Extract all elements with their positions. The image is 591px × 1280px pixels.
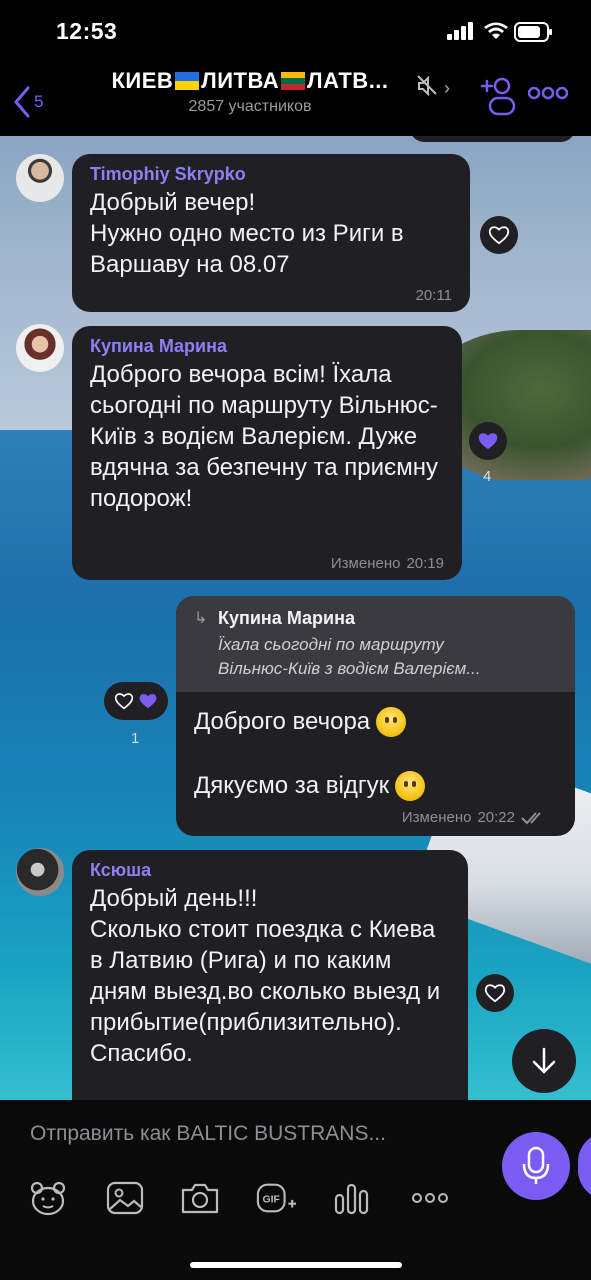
quoted-author: Купина Марина <box>218 608 355 628</box>
chat-title-part: КИЕВ <box>111 68 174 93</box>
avatar[interactable] <box>16 154 64 202</box>
message-text: Доброго вечора всім! Їхала сьогодні по м… <box>90 361 439 512</box>
smile-emoji-icon <box>376 707 407 737</box>
message-time: 20:19 <box>406 555 444 572</box>
edited-label: Изменено <box>401 809 472 826</box>
reactions-pill[interactable] <box>104 682 168 720</box>
back-chevron-icon <box>14 86 30 118</box>
quoted-text: Їхала сьогодні по маршруту Вільнюс-Київ … <box>218 635 481 678</box>
reply-line-text: Дякуємо за відгук <box>194 772 390 799</box>
message-time: 20:11 <box>415 287 452 304</box>
scroll-down-button[interactable] <box>512 1029 576 1093</box>
gallery-button[interactable] <box>105 1180 145 1216</box>
reaction-count: 4 <box>483 468 492 485</box>
more-icon[interactable] <box>528 86 568 100</box>
chat-title: КИЕВ ЛИТВА ЛАТВ... <box>111 68 388 94</box>
read-check-icon <box>521 811 541 824</box>
mute-icon <box>417 75 437 97</box>
reply-line-text: Доброго вечора <box>194 708 371 735</box>
signal-icon <box>447 22 473 40</box>
heart-icon <box>484 984 506 1003</box>
reply-arrow-icon: ↳ <box>194 610 208 627</box>
battery-icon <box>514 22 552 42</box>
camera-icon <box>181 1183 219 1214</box>
camera-button[interactable] <box>180 1180 220 1216</box>
chat-header: 5 КИЕВ ЛИТВА ЛАТВ... 2857 участников › <box>0 60 591 136</box>
quoted-message[interactable]: ↳ Купина Марина Їхала сьогодні по маршру… <box>176 596 575 692</box>
message-list[interactable]: Timophiy Skrypko Добрый вечер! Нужно одн… <box>0 136 591 1100</box>
reaction-count: 1 <box>131 730 140 747</box>
reply-line: Доброго вечора <box>194 704 557 740</box>
poll-button[interactable] <box>332 1180 372 1216</box>
message-author[interactable]: Ксюша <box>90 860 450 881</box>
scroll-down-icon <box>532 1047 556 1074</box>
message-meta: Изменено 20:19 <box>331 555 444 572</box>
edited-label: Изменено <box>330 555 401 572</box>
blush-emoji-icon <box>395 771 426 801</box>
heart-icon <box>139 694 157 709</box>
message-meta: Изменено 20:22 <box>402 809 547 826</box>
gallery-icon <box>106 1181 144 1215</box>
avatar[interactable] <box>16 848 64 896</box>
reply-body: Доброго вечора Дякуємо за відгук <box>176 692 575 816</box>
avatar[interactable] <box>16 324 64 372</box>
message-bubble[interactable]: Timophiy Skrypko Добрый вечер! Нужно одн… <box>72 154 470 312</box>
more-options-icon <box>412 1193 448 1203</box>
message-text: Добрый день!!! Сколько стоит поездка с К… <box>90 885 441 1067</box>
wifi-icon <box>484 22 508 39</box>
like-button[interactable] <box>469 422 507 460</box>
add-member-icon[interactable] <box>480 76 516 116</box>
sticker-button[interactable] <box>28 1180 68 1216</box>
status-bar: 12:53 <box>0 0 591 60</box>
poll-icon <box>334 1183 369 1215</box>
secondary-action-button[interactable] <box>578 1132 591 1200</box>
svg-text:GIF: GIF <box>263 1195 281 1206</box>
message-bubble[interactable]: Ксюша Добрый день!!! Сколько стоит поезд… <box>72 850 468 1100</box>
voice-message-button[interactable] <box>502 1132 570 1200</box>
heart-icon <box>488 226 510 245</box>
chat-title-part: ЛИТВА <box>201 68 280 93</box>
message-author[interactable]: Timophiy Skrypko <box>90 164 452 185</box>
unread-count: 5 <box>34 92 44 111</box>
more-options-button[interactable] <box>410 1180 450 1216</box>
home-indicator <box>190 1262 402 1268</box>
status-time: 12:53 <box>56 18 118 44</box>
message-meta: 20:11 <box>416 287 452 304</box>
message-time: 20:22 <box>477 809 515 826</box>
ukraine-flag-icon <box>175 72 200 90</box>
chat-title-part: ЛАТВ... <box>307 68 389 93</box>
gif-icon: GIF <box>256 1183 296 1213</box>
lithuania-flag-icon <box>281 72 306 90</box>
gif-button[interactable]: GIF <box>256 1180 296 1216</box>
message-input[interactable]: Отправить как BALTIC BUSTRANS... <box>30 1122 386 1146</box>
sticker-icon <box>30 1181 66 1216</box>
chevron-right-icon: › <box>444 78 450 98</box>
chat-info[interactable]: КИЕВ ЛИТВА ЛАТВ... 2857 участников <box>60 68 440 116</box>
message-bubble[interactable]: ↳ Купина Марина Їхала сьогодні по маршру… <box>176 596 575 836</box>
previous-message-bubble <box>410 136 575 142</box>
like-button[interactable] <box>480 216 518 254</box>
reply-line: Дякуємо за відгук <box>194 768 557 804</box>
message-bubble[interactable]: Купина Марина Доброго вечора всім! Їхала… <box>72 326 462 580</box>
heart-icon <box>114 693 134 710</box>
heart-icon <box>478 433 498 450</box>
composer: Отправить как BALTIC BUSTRANS... GIF <box>0 1100 591 1280</box>
like-button[interactable] <box>476 974 514 1012</box>
microphone-icon <box>522 1146 550 1184</box>
back-button[interactable]: 5 <box>8 84 52 120</box>
message-text: Добрый вечер! Нужно одно место из Риги в… <box>90 189 404 278</box>
members-count: 2857 участников <box>188 98 312 115</box>
message-author[interactable]: Купина Марина <box>90 336 444 357</box>
